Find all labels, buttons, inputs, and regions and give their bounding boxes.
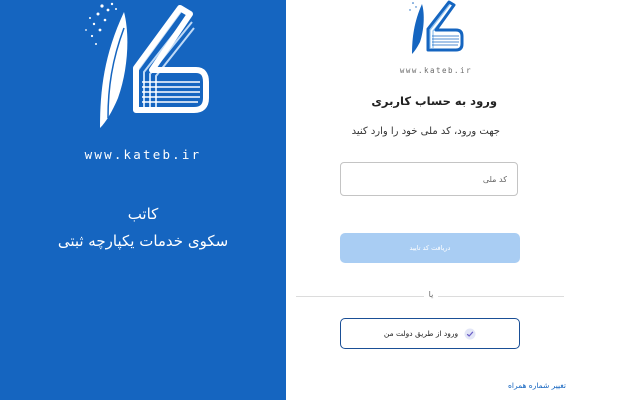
dolat-man-login-label: ورود از طریق دولت من bbox=[383, 329, 459, 338]
dolat-man-login-button[interactable]: ورود از طریق دولت من bbox=[340, 318, 520, 349]
kateb-logo-icon bbox=[85, 2, 209, 128]
brand-tagline: سکوی خدمات یکپارچه ثبتی bbox=[57, 232, 229, 250]
login-instructions: جهت ورود، کد ملی خود را وارد کنید bbox=[351, 126, 500, 137]
logo-url: www.kateb.ir bbox=[399, 66, 473, 75]
dolat-man-icon bbox=[464, 328, 476, 339]
get-verification-code-button[interactable]: دریافت کد تایید bbox=[340, 233, 520, 263]
national-code-input[interactable] bbox=[341, 163, 517, 195]
kateb-small-logo-icon bbox=[409, 0, 464, 54]
brand-url: www.kateb.ir bbox=[84, 147, 202, 162]
brand-panel: www.kateb.ir کاتب سکوی خدمات یکپارچه ثبت… bbox=[0, 0, 286, 400]
divider-or-text: یا bbox=[424, 290, 438, 299]
brand-name: کاتب bbox=[127, 205, 159, 223]
login-page: www.kateb.ir کاتب سکوی خدمات یکپارچه ثبت… bbox=[0, 0, 640, 400]
page-title: ورود به حساب کاربری bbox=[371, 94, 497, 108]
change-phone-link[interactable]: تغییر شماره همراه bbox=[508, 381, 566, 390]
login-area: www.kateb.ir ورود به حساب کاربری جهت ورو… bbox=[286, 0, 640, 400]
national-code-field[interactable] bbox=[340, 162, 518, 196]
